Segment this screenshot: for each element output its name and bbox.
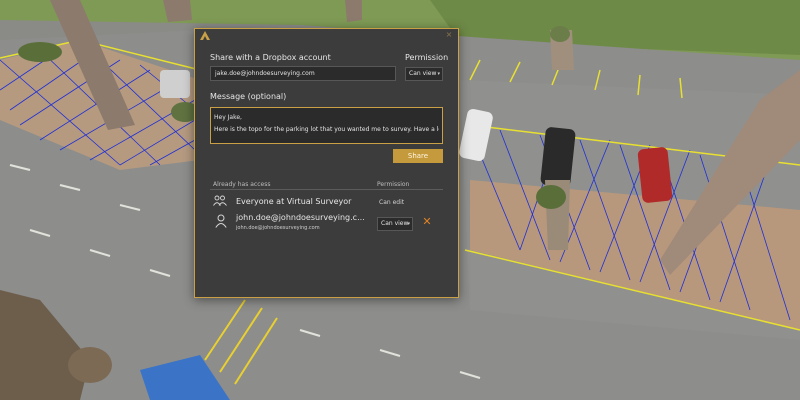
access-divider — [210, 189, 443, 190]
permission-dropdown[interactable]: Can view ▾ — [405, 67, 443, 81]
access-name: Everyone at Virtual Surveyor — [236, 197, 352, 206]
access-permission-value: Can view — [381, 220, 409, 227]
message-label: Message (optional) — [210, 92, 287, 101]
virtual-surveyor-logo-icon — [200, 31, 210, 40]
access-permission-text: Can edit — [379, 199, 405, 206]
close-button[interactable]: × — [444, 29, 454, 41]
message-line: Here is the topo for the parking lot tha… — [214, 126, 439, 133]
chevron-down-icon: ▾ — [437, 71, 440, 77]
message-line: Hey Jake, — [214, 114, 242, 121]
chevron-down-icon: ▾ — [407, 221, 410, 227]
permission-dropdown-value: Can view — [409, 70, 437, 77]
group-icon — [213, 195, 227, 206]
user-icon — [215, 214, 227, 228]
remove-access-button[interactable]: ✕ — [421, 215, 433, 229]
access-permission-header: Permission — [377, 181, 410, 188]
email-field[interactable]: jake.doe@johndoesurveying.com — [210, 66, 396, 81]
message-textarea[interactable]: Hey Jake, Here is the topo for the parki… — [210, 107, 443, 144]
access-name: john.doe@johndoesurveying.c... — [236, 213, 365, 222]
share-button[interactable]: Share — [393, 149, 443, 163]
share-title: Share with a Dropbox account — [210, 53, 331, 62]
share-dialog: × Share with a Dropbox account Permissio… — [194, 28, 459, 298]
access-header: Already has access — [213, 181, 271, 188]
access-email: john.doe@johndoesurveying.com — [236, 225, 320, 231]
dialog-titlebar: × — [195, 29, 458, 43]
permission-label: Permission — [405, 53, 449, 62]
access-permission-dropdown[interactable]: Can view ▾ — [377, 217, 413, 231]
